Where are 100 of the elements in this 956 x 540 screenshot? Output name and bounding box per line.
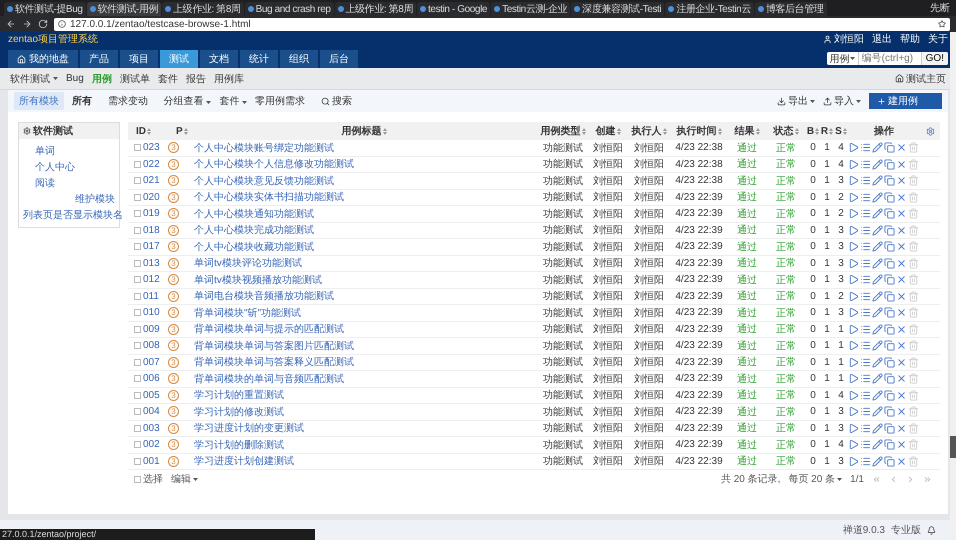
results-icon[interactable]: [860, 373, 871, 384]
column-header[interactable]: 操作: [848, 124, 920, 138]
case-title-link[interactable]: 个人中心模块收藏功能测试: [190, 242, 314, 253]
case-id[interactable]: 003: [128, 422, 168, 434]
browser-tab[interactable]: 深度兼容测试-Testi: [571, 2, 664, 16]
column-header[interactable]: 用例类型: [538, 124, 588, 138]
export-button[interactable]: 导出: [777, 94, 815, 108]
row-checkbox[interactable]: [134, 210, 141, 218]
browser-tab[interactable]: 软件测试-提Bug: [4, 2, 86, 16]
case-title-link[interactable]: 背单词模块单词与答案释义匹配测试: [190, 357, 354, 368]
results-icon[interactable]: [860, 192, 871, 203]
results-icon[interactable]: [860, 439, 871, 450]
case-id[interactable]: 017: [128, 241, 168, 252]
run-icon[interactable]: [848, 142, 859, 154]
next-page-icon[interactable]: [906, 474, 915, 484]
case-id[interactable]: 019: [128, 208, 168, 220]
case-id[interactable]: 005: [128, 390, 168, 401]
copy-icon[interactable]: [884, 340, 895, 352]
sort-icon[interactable]: [662, 128, 666, 134]
user-menu[interactable]: 刘恒阳: [823, 32, 864, 46]
column-header[interactable]: P: [168, 126, 190, 136]
case-id[interactable]: 020: [128, 192, 168, 203]
results-icon[interactable]: [860, 340, 871, 352]
browser-tab[interactable]: 软件测试-用例: [86, 2, 162, 16]
brand-name[interactable]: zentao项目管理系统: [8, 32, 98, 46]
edit-icon[interactable]: [872, 373, 883, 384]
run-icon[interactable]: [848, 324, 859, 335]
edit-icon[interactable]: [872, 307, 883, 318]
last-page-icon[interactable]: [923, 474, 932, 484]
delete-icon[interactable]: [896, 439, 907, 450]
copy-icon[interactable]: [884, 224, 895, 236]
column-header[interactable]: 执行时间: [670, 124, 728, 138]
sort-icon[interactable]: [718, 128, 722, 134]
row-checkbox[interactable]: [134, 458, 141, 465]
delete-icon[interactable]: [896, 274, 907, 286]
case-id[interactable]: 002: [128, 439, 168, 450]
case-title-link[interactable]: 单词电台模块音频播放功能测试: [190, 291, 334, 302]
case-id[interactable]: 012: [128, 274, 168, 286]
filter-tab[interactable]: 分组查看: [164, 94, 212, 108]
header-link[interactable]: 退出: [872, 32, 892, 46]
filter-tab[interactable]: 所有: [72, 94, 100, 108]
edit-icon[interactable]: [872, 340, 883, 352]
edit-icon[interactable]: [872, 224, 883, 236]
run-icon[interactable]: [848, 390, 859, 401]
nav-tab[interactable]: 我的地盘: [8, 50, 78, 68]
sort-icon[interactable]: [794, 128, 798, 134]
case-id[interactable]: 011: [128, 290, 168, 302]
edit-icon[interactable]: [872, 274, 883, 286]
row-checkbox[interactable]: [134, 144, 141, 152]
nav-tab[interactable]: 项目: [120, 50, 158, 68]
run-icon[interactable]: [848, 158, 859, 170]
browser-tab[interactable]: testin - Google: [417, 2, 490, 16]
column-header[interactable]: 状态: [766, 124, 806, 138]
copy-icon[interactable]: [884, 241, 895, 252]
results-icon[interactable]: [860, 175, 871, 186]
nav-tab[interactable]: 组织: [280, 50, 318, 68]
row-checkbox[interactable]: [134, 375, 141, 382]
results-icon[interactable]: [860, 274, 871, 286]
row-checkbox[interactable]: [134, 160, 141, 168]
nav-tab[interactable]: 文档: [200, 50, 238, 68]
results-icon[interactable]: [860, 406, 871, 418]
row-checkbox[interactable]: [134, 243, 141, 250]
run-icon[interactable]: [848, 175, 859, 186]
copy-icon[interactable]: [884, 290, 895, 302]
case-id[interactable]: 006: [128, 373, 168, 384]
browser-tab[interactable]: Testin云测-企业: [491, 2, 570, 16]
column-header[interactable]: S: [834, 126, 848, 136]
run-icon[interactable]: [848, 340, 859, 352]
edit-icon[interactable]: [872, 158, 883, 170]
copy-icon[interactable]: [884, 456, 895, 467]
sort-icon[interactable]: [184, 128, 188, 134]
edit-icon[interactable]: [872, 142, 883, 154]
edit-icon[interactable]: [872, 290, 883, 302]
import-button[interactable]: 导入: [823, 94, 861, 108]
row-checkbox[interactable]: [134, 358, 141, 366]
case-id[interactable]: 009: [128, 324, 168, 335]
run-icon[interactable]: [848, 456, 859, 467]
results-icon[interactable]: [860, 224, 871, 236]
first-page-icon[interactable]: [872, 474, 881, 484]
case-id[interactable]: 007: [128, 356, 168, 368]
forward-icon[interactable]: [22, 19, 32, 29]
column-header[interactable]: ID: [128, 126, 168, 136]
edit-icon[interactable]: [872, 258, 883, 269]
run-icon[interactable]: [848, 258, 859, 269]
case-title-link[interactable]: 背单词模块单词与提示的匹配测试: [190, 324, 344, 336]
run-icon[interactable]: [848, 307, 859, 318]
case-title-link[interactable]: 背单词模块单词与答案图片匹配测试: [190, 340, 354, 352]
filter-tab[interactable]: 需求变动: [108, 94, 156, 108]
copy-icon[interactable]: [884, 324, 895, 335]
copy-icon[interactable]: [884, 208, 895, 220]
delete-icon[interactable]: [896, 406, 907, 418]
copy-icon[interactable]: [884, 356, 895, 368]
case-title-link[interactable]: 学习计划的重置测试: [190, 390, 284, 402]
results-icon[interactable]: [860, 422, 871, 434]
results-icon[interactable]: [860, 390, 871, 401]
go-button[interactable]: GO!: [920, 52, 948, 65]
test-home-link[interactable]: 测试主页: [895, 72, 946, 86]
results-icon[interactable]: [860, 456, 871, 467]
run-icon[interactable]: [848, 290, 859, 302]
row-checkbox[interactable]: [134, 276, 141, 284]
